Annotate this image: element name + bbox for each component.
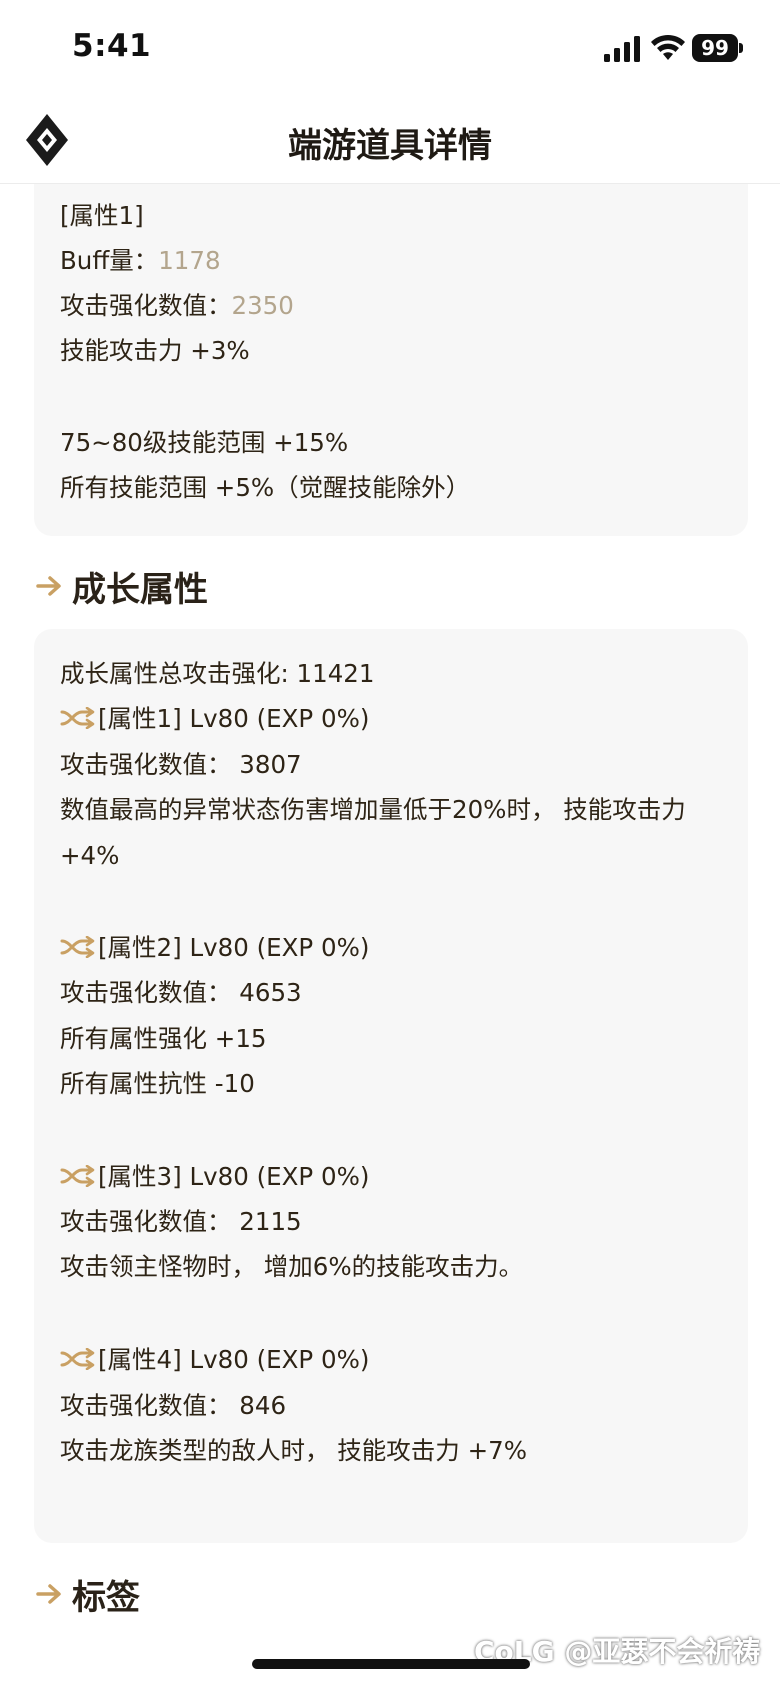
buff-line: Buff量：1178 [60,246,221,275]
growth-attr-line: 攻击领主怪物时， 增加6%的技能攻击力。 [60,1252,524,1281]
attack-enhance-value: 2350 [231,291,294,320]
growth-attr-line: 攻击强化数值： 2115 [60,1207,302,1236]
attr-line: [属性1] [60,201,144,230]
growth-attr-line: 攻击强化数值： 3807 [60,750,302,779]
section-title: 成长属性 [72,570,208,610]
attack-enhance-line: 攻击强化数值：2350 [60,291,294,320]
status-time: 5:41 [72,28,152,64]
nav-header: 端游道具详情 [0,100,780,184]
arrow-right-icon [36,576,61,596]
growth-attr-line: 所有属性抗性 -10 [60,1069,255,1098]
growth-attr-header: [属性1] Lv80 (EXP 0%) [60,702,369,736]
growth-attr-header: [属性4] Lv80 (EXP 0%) [60,1343,369,1377]
all-skill-range-line: 所有技能范围 +5%（觉醒技能除外） [60,473,471,502]
page: 5:41 99 端游道具详情 [属性1] Buff量：1178 攻击强化数值：2 [0,0,780,1688]
arrow-right-icon [36,1584,61,1604]
page-title: 端游道具详情 [288,126,492,166]
skill-range-line: 75~80级技能范围 +15% [60,428,349,457]
battery-level: 99 [701,36,729,60]
growth-attr-line: 攻击强化数值： 846 [60,1391,287,1420]
shuffle-icon [60,1348,95,1370]
cellular-signal-icon [604,36,640,62]
growth-total-line: 成长属性总攻击强化: 11421 [60,659,375,688]
buff-value: 1178 [158,246,221,275]
growth-attr-line: 攻击龙族类型的敌人时， 技能攻击力 +7% [60,1436,527,1465]
wifi-icon [651,34,685,60]
growth-attr-header: [属性2] Lv80 (EXP 0%) [60,931,369,965]
skill-attack-line: 技能攻击力 +3% [60,336,250,365]
growth-attr-line: 所有属性强化 +15 [60,1024,267,1053]
growth-attr-line: 数值最高的异常状态伤害增加量低于20%时， 技能攻击力 +4% [60,795,686,870]
shuffle-icon [60,936,95,958]
growth-attr-line: 攻击强化数值： 4653 [60,978,302,1007]
growth-attr-header: [属性3] Lv80 (EXP 0%) [60,1160,369,1194]
shuffle-icon [60,707,95,729]
home-indicator[interactable] [252,1659,530,1669]
section-title: 标签 [72,1578,140,1618]
battery-icon: 99 [692,34,743,62]
status-bar: 5:41 99 [0,0,780,100]
shuffle-icon [60,1165,95,1187]
